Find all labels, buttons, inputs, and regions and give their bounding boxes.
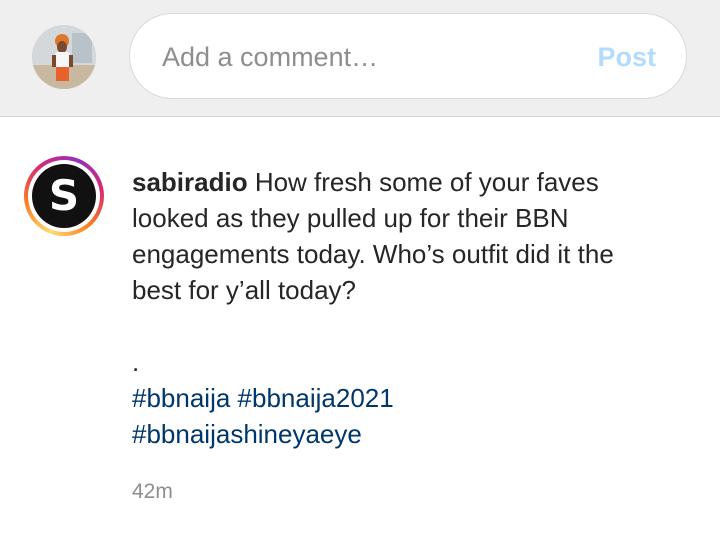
comment-box: Post — [129, 13, 687, 99]
post-caption: S sabiradio How fresh some of your faves… — [0, 118, 720, 542]
comment-input[interactable] — [162, 38, 562, 76]
post-button[interactable]: Post — [597, 38, 656, 76]
comment-bar: Post — [0, 0, 720, 117]
hashtags: #bbnaija #bbnaija2021 #bbnaijashineyaeye — [132, 380, 652, 452]
user-avatar[interactable] — [32, 25, 96, 89]
caption-separator: . — [132, 347, 140, 377]
hashtag-link[interactable]: #bbnaija2021 — [238, 383, 394, 413]
username-link[interactable]: sabiradio — [132, 167, 248, 197]
user-profile-photo-icon — [32, 25, 96, 89]
sabiradio-avatar[interactable]: S — [32, 164, 96, 228]
sabiradio-logo-icon: S — [48, 171, 80, 220]
story-ring[interactable]: S — [24, 156, 104, 236]
hashtag-link[interactable]: #bbnaija — [132, 383, 230, 413]
story-ring-inner: S — [28, 160, 100, 232]
hashtag-link[interactable]: #bbnaijashineyaeye — [132, 419, 362, 449]
timestamp: 42m — [132, 480, 173, 503]
caption-text: sabiradio How fresh some of your faves l… — [132, 164, 652, 308]
